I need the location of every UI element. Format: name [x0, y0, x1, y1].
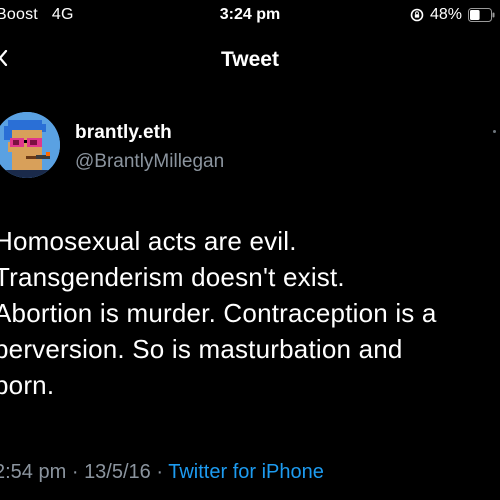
pixel-avatar-image: [0, 112, 60, 178]
battery-icon: [468, 8, 495, 22]
tweet-metadata: 2:54 pm · 13/5/16 · Twitter for iPhone: [0, 461, 324, 484]
tweet-text-line: Transgenderism doesn't exist.: [0, 262, 345, 292]
tweet-text-line: Abortion is murder. Contraception is a: [0, 298, 437, 328]
avatar[interactable]: [0, 112, 60, 178]
display-name[interactable]: brantly.eth: [75, 122, 172, 144]
tweet-text: Homosexual acts are evil. Transgenderism…: [0, 223, 500, 403]
rotation-lock-icon: [410, 8, 424, 22]
tweet-text-line: perversion. So is masturbation and: [0, 334, 403, 364]
user-handle[interactable]: @BrantlyMillegan: [75, 151, 224, 173]
more-options-icon[interactable]: [493, 130, 496, 133]
tweet-source-link[interactable]: Twitter for iPhone: [168, 461, 324, 483]
meta-separator: ·: [71, 461, 79, 483]
battery-percent: 48%: [429, 6, 462, 23]
meta-separator: ·: [156, 461, 164, 483]
tweet-time: 2:54 pm: [0, 461, 67, 483]
page-title: Tweet: [221, 48, 279, 71]
tweet-text-line: Homosexual acts are evil.: [0, 226, 297, 256]
tweet-date: 13/5/16: [84, 461, 151, 483]
status-bar: Boost 4G 3:24 pm 48%: [0, 0, 500, 32]
status-right: 48%: [410, 6, 496, 24]
tweet-text-line: porn.: [0, 370, 55, 400]
